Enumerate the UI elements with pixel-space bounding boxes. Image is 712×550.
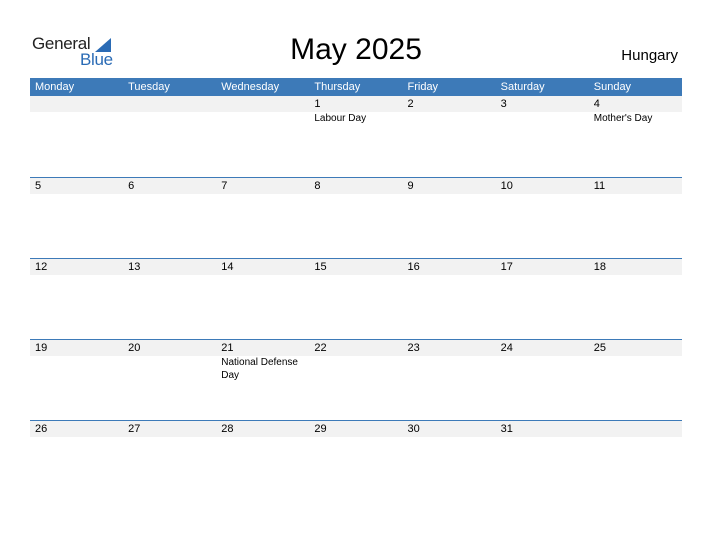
day-number: 9: [407, 180, 414, 192]
day-number: 13: [128, 261, 141, 273]
day-number: 6: [128, 180, 135, 192]
day-number: 29: [314, 423, 327, 435]
day-number: 5: [35, 180, 42, 192]
calendar-title: May 2025: [290, 33, 422, 66]
day-number: [589, 421, 682, 437]
day-event: [403, 356, 496, 382]
weekday-friday: Friday: [407, 81, 439, 93]
day-event: [123, 112, 216, 125]
day-number: 25: [593, 342, 606, 354]
date-row: 12 13 14 15 16 17 18: [30, 259, 682, 275]
day-number: [123, 96, 216, 112]
day-number: 21: [221, 342, 234, 354]
day-event: Mother's Day: [593, 113, 653, 124]
date-row: 19 20 21 22 23 24 25: [30, 340, 682, 356]
day-event: [309, 356, 402, 382]
weekday-tuesday: Tuesday: [128, 81, 170, 93]
day-event: Labour Day: [314, 113, 367, 124]
day-number: 14: [221, 261, 234, 273]
week-row: 26 27 28 29 30 31: [30, 420, 682, 501]
day-number: 22: [314, 342, 327, 354]
week-row: 12 13 14 15 16 17 18: [30, 258, 682, 339]
day-number: 16: [407, 261, 420, 273]
day-number: 26: [35, 423, 48, 435]
day-number: 4: [593, 98, 600, 110]
weekday-sunday: Sunday: [593, 81, 632, 93]
weekday-wednesday: Wednesday: [221, 81, 280, 93]
weekday-header: Monday Tuesday Wednesday Thursday Friday…: [30, 78, 682, 96]
day-event: [216, 112, 309, 125]
country-label: Hungary: [621, 47, 678, 64]
weekday-monday: Monday: [35, 81, 75, 93]
day-number: 15: [314, 261, 327, 273]
day-event: [123, 356, 216, 382]
day-number: 27: [128, 423, 141, 435]
day-event: [30, 356, 123, 382]
day-event: [496, 112, 589, 125]
day-number: 30: [407, 423, 420, 435]
day-number: 24: [500, 342, 513, 354]
day-number: 1: [314, 98, 321, 110]
week-row: 19 20 21 22 23 24 25 National Defense Day: [30, 339, 682, 420]
date-row: 1 2 3 4: [30, 96, 682, 112]
day-number: 31: [500, 423, 513, 435]
weekday-thursday: Thursday: [314, 81, 361, 93]
week-row: 1 2 3 4 Labour Day Mother's Day: [30, 96, 682, 177]
day-number: 11: [593, 180, 606, 192]
day-number: 2: [407, 98, 414, 110]
day-number: 20: [128, 342, 141, 354]
week-row: 5 6 7 8 9 10 11: [30, 177, 682, 258]
day-number: [30, 96, 123, 112]
events-row: National Defense Day: [30, 356, 682, 382]
day-number: 10: [500, 180, 513, 192]
day-number: 23: [407, 342, 420, 354]
day-number: [216, 96, 309, 112]
day-event: [496, 356, 589, 382]
day-number: 8: [314, 180, 321, 192]
day-event: [403, 112, 496, 125]
calendar-grid: Monday Tuesday Wednesday Thursday Friday…: [30, 78, 682, 501]
day-event: [589, 356, 682, 382]
date-row: 26 27 28 29 30 31: [30, 421, 682, 437]
weeks-container: 1 2 3 4 Labour Day Mother's Day 5 6 7 8 9 10 11 12 13 1…: [30, 96, 682, 501]
weekday-saturday: Saturday: [500, 81, 545, 93]
day-number: 28: [221, 423, 234, 435]
day-number: 7: [221, 180, 228, 192]
day-number: 12: [35, 261, 48, 273]
day-event: National Defense Day: [221, 357, 298, 381]
day-number: 19: [35, 342, 48, 354]
date-row: 5 6 7 8 9 10 11: [30, 178, 682, 194]
day-number: 3: [500, 98, 507, 110]
day-number: 17: [500, 261, 513, 273]
events-row: Labour Day Mother's Day: [30, 112, 682, 125]
day-event: [30, 112, 123, 125]
day-number: 18: [593, 261, 606, 273]
